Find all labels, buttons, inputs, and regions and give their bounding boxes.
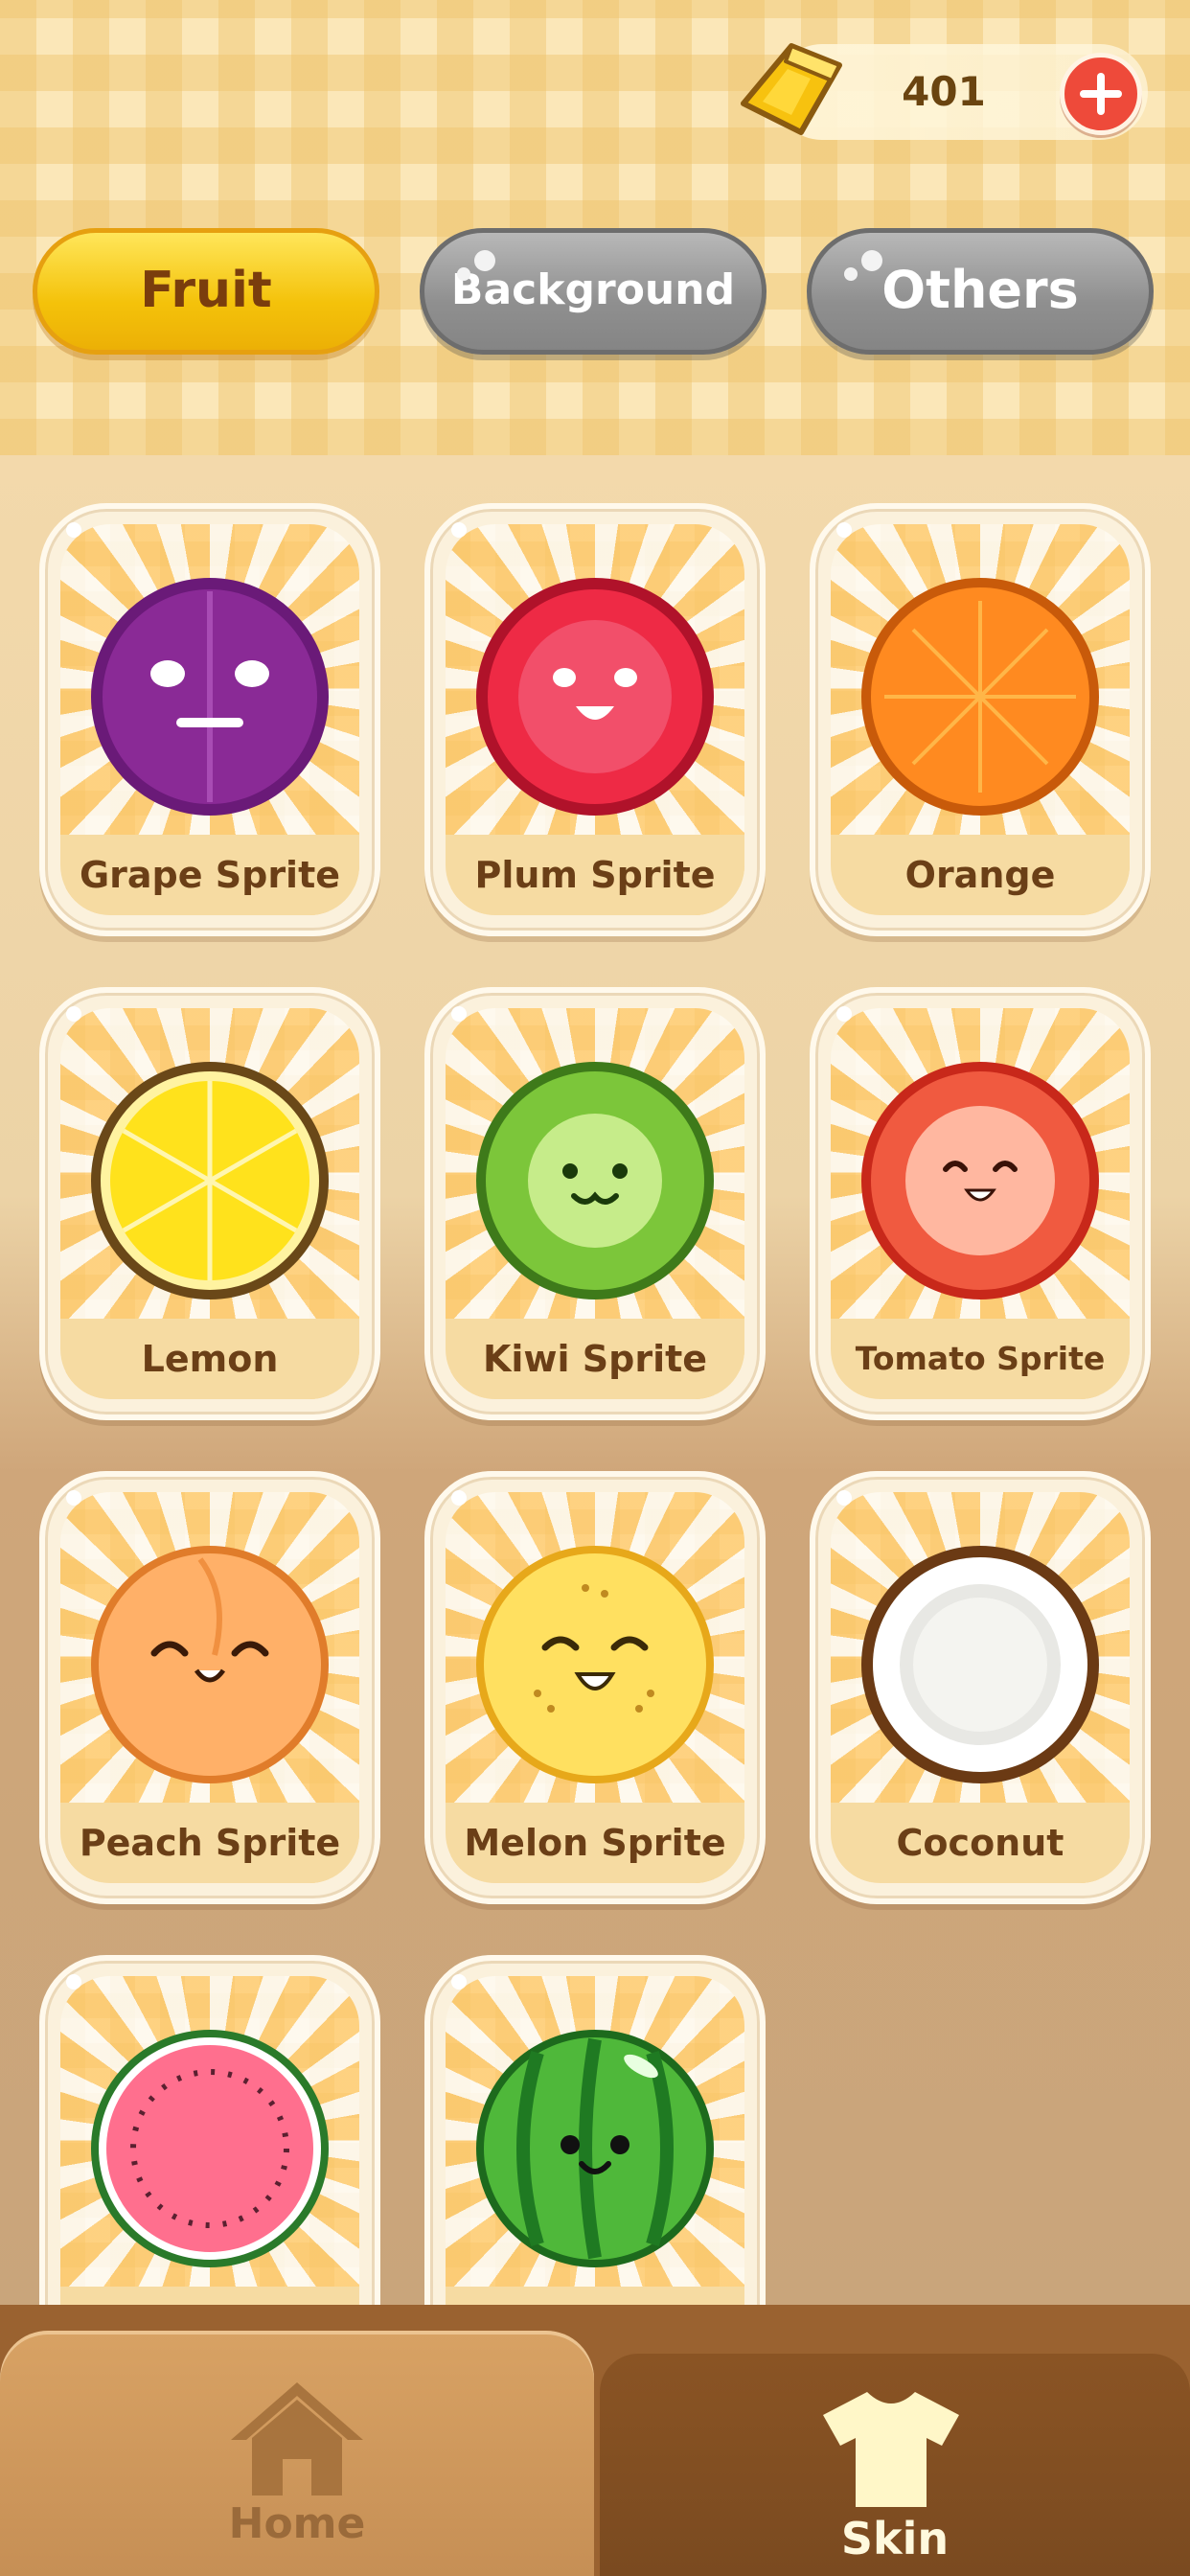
nav-home-label: Home [228, 2499, 366, 2548]
skin-card-orange[interactable]: Orange [810, 503, 1151, 936]
peach-sprite-icon [91, 1546, 329, 1783]
tab-others-label: Others [881, 260, 1079, 320]
orange-icon [861, 578, 1099, 816]
card-shine [451, 1490, 467, 1506]
tab-shine [844, 267, 858, 281]
card-shine [451, 1974, 467, 1990]
skin-name: Orange [831, 835, 1130, 915]
tomato-sprite-icon [861, 1062, 1099, 1300]
coconut-icon [861, 1546, 1099, 1783]
skin-card-lemon[interactable]: Lemon [39, 987, 380, 1420]
card-shine [66, 1006, 81, 1022]
watermelon-slice-icon [91, 2030, 329, 2267]
card-background [446, 1976, 744, 2305]
card-shine [66, 1974, 81, 1990]
skin-card-grape-sprite[interactable]: Grape Sprite [39, 503, 380, 936]
skin-card-plum-sprite[interactable]: Plum Sprite [424, 503, 766, 936]
skin-grid: Grape Sprite Plum Sprite Orange Lemon Ki… [0, 455, 1190, 2305]
card-shine [66, 1490, 81, 1506]
skin-name: Lemon [60, 1319, 359, 1399]
card-shine [451, 522, 467, 538]
card-background: Peach Sprite [60, 1492, 359, 1883]
tab-others[interactable]: Others [807, 228, 1154, 355]
skin-card-melon-sprite[interactable]: Melon Sprite [424, 1471, 766, 1904]
card-background: Kiwi Sprite [446, 1008, 744, 1399]
card-background: Melon Sprite [446, 1492, 744, 1883]
kiwi-sprite-icon [476, 1062, 714, 1300]
card-shine [451, 1006, 467, 1022]
gold-bar-icon [741, 43, 842, 135]
card-shine [836, 522, 852, 538]
tab-shine [457, 267, 470, 281]
melon-sprite-icon [476, 1546, 714, 1783]
skin-name [446, 2287, 744, 2305]
watermelon-sprite-icon [476, 2030, 714, 2267]
card-shine [836, 1006, 852, 1022]
tab-shine [861, 250, 882, 271]
currency-amount: 401 [902, 68, 986, 115]
skin-card-watermelon-sprite[interactable] [424, 1955, 766, 2305]
skin-card-tomato-sprite[interactable]: Tomato Sprite [810, 987, 1151, 1420]
skin-name: Peach Sprite [60, 1803, 359, 1883]
card-background: Grape Sprite [60, 524, 359, 915]
skin-card-watermelon-slice[interactable] [39, 1955, 380, 2305]
card-background: Tomato Sprite [831, 1008, 1130, 1399]
skin-card-coconut[interactable]: Coconut [810, 1471, 1151, 1904]
card-shine [836, 1490, 852, 1506]
card-background: Plum Sprite [446, 524, 744, 915]
tab-shine [474, 250, 495, 271]
house-icon [231, 2382, 363, 2496]
tshirt-icon [823, 2392, 959, 2507]
card-background: Coconut [831, 1492, 1130, 1883]
skin-name: Kiwi Sprite [446, 1319, 744, 1399]
card-background [60, 1976, 359, 2305]
grape-sprite-icon [91, 578, 329, 816]
skin-card-peach-sprite[interactable]: Peach Sprite [39, 1471, 380, 1904]
skin-name: Coconut [831, 1803, 1130, 1883]
skin-name: Tomato Sprite [831, 1319, 1130, 1399]
nav-skin-label: Skin [840, 2513, 950, 2564]
plum-sprite-icon [476, 578, 714, 816]
tab-fruit[interactable]: Fruit [33, 228, 379, 355]
skin-name: Grape Sprite [60, 835, 359, 915]
tab-background[interactable]: Background [420, 228, 767, 355]
skin-name [60, 2287, 359, 2305]
tab-background-label: Background [450, 265, 736, 314]
card-background: Lemon [60, 1008, 359, 1399]
skin-name: Plum Sprite [446, 835, 744, 915]
lemon-icon [91, 1062, 329, 1300]
add-currency-button[interactable] [1060, 53, 1142, 135]
card-shine [66, 522, 81, 538]
skin-card-kiwi-sprite[interactable]: Kiwi Sprite [424, 987, 766, 1420]
skin-name: Melon Sprite [446, 1803, 744, 1883]
card-background: Orange [831, 524, 1130, 915]
